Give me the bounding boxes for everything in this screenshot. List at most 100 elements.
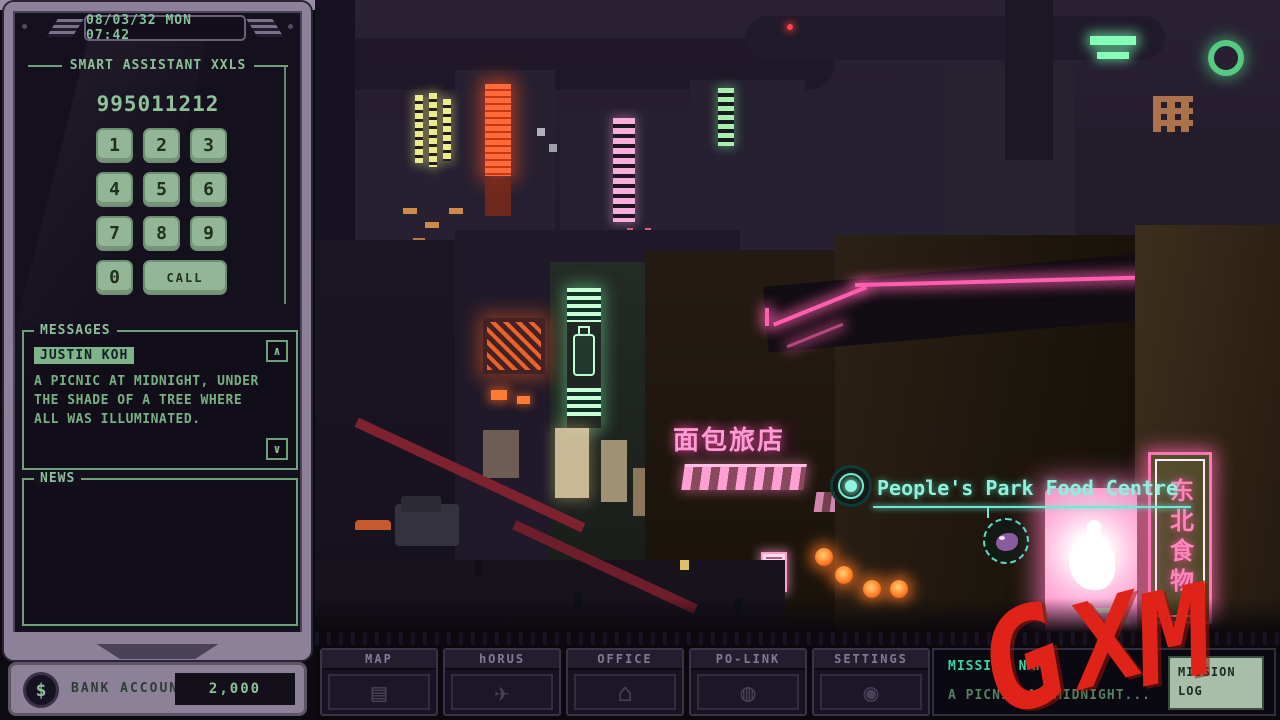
mission-panel: MISSION NAME A PICNIC AT MIDNIGHT... MIS…	[932, 648, 1276, 716]
office-icon: ⌂	[617, 677, 633, 707]
red-beacon	[787, 24, 793, 30]
neon-sign-red	[485, 84, 511, 176]
nav-button-settings[interactable]: SETTINGS ◉	[812, 648, 930, 716]
window-light	[449, 208, 463, 214]
bank-account-bar: $ BANK ACCOUNT 2,000	[8, 662, 307, 716]
lantern	[863, 580, 881, 598]
keypad-button-9[interactable]: 9	[190, 216, 227, 251]
dials-icon: ◉	[863, 677, 879, 707]
window-light	[537, 128, 545, 136]
lantern	[815, 548, 833, 566]
nav-label: OFFICE	[568, 650, 682, 670]
nav-button-horus[interactable]: hORUS ✈	[443, 648, 561, 716]
lantern	[835, 566, 853, 584]
hand-shape	[1087, 520, 1101, 550]
keypad-button-0[interactable]: 0	[96, 260, 133, 295]
window-light	[403, 208, 417, 214]
call-button[interactable]: CALL	[143, 260, 227, 295]
reticle-ring	[838, 473, 864, 499]
lantern	[890, 580, 908, 598]
neon-window-strip	[415, 95, 423, 163]
messages-title: MESSAGES	[34, 323, 117, 338]
nav-label: SETTINGS	[814, 650, 928, 670]
neon-bars	[567, 288, 601, 322]
location-reticle-icon[interactable]	[830, 465, 872, 507]
window-light	[549, 144, 557, 152]
plane-ticket-icon: ✈	[494, 677, 510, 707]
header-line	[254, 64, 289, 67]
neon-bars	[567, 388, 601, 416]
shop-window-glow	[483, 430, 519, 478]
city-scene: 面包旅店 东北食物 People's Park Food Centre	[315, 0, 1280, 648]
nav-label: MAP	[322, 650, 436, 670]
location-tick	[987, 508, 989, 518]
news-panel: NEWS	[22, 471, 298, 626]
message-body: A PICNIC AT MIDNIGHT, UNDER THE SHADE OF…	[34, 374, 259, 427]
header-line	[28, 64, 62, 67]
bank-account-value: 2,000	[175, 673, 295, 705]
neon-bar-green	[1090, 36, 1136, 45]
window-light	[425, 222, 439, 228]
shop-window-glow	[601, 440, 627, 502]
pedestrian-yellow	[680, 560, 689, 570]
messages-panel: MESSAGES JUSTIN KOH A PICNIC AT MIDNIGHT…	[22, 323, 298, 470]
globe-network-icon: ◍	[740, 677, 756, 707]
orange-neon-sign	[483, 318, 545, 374]
keypad-button-3[interactable]: 3	[190, 128, 227, 163]
datetime-display: 08/03/32 MON 07:42	[84, 13, 246, 43]
orange-lamp	[517, 396, 530, 404]
neon-roofline	[765, 308, 769, 326]
neon-strokes	[487, 322, 541, 370]
assistant-header: SMART ASSISTANT XXLS	[28, 58, 289, 73]
hostel-neon-sign: 面包旅店	[673, 420, 797, 456]
keypad-button-8[interactable]: 8	[143, 216, 180, 251]
keypad-button-7[interactable]: 7	[96, 216, 133, 251]
bank-account-label: BANK ACCOUNT	[71, 681, 189, 696]
map-icon: ▤	[371, 677, 387, 707]
nav-button-map[interactable]: MAP ▤	[320, 648, 438, 716]
awning-striped	[681, 464, 807, 490]
keypad-button-2[interactable]: 2	[143, 128, 180, 163]
scroll-up-button[interactable]: ∧	[266, 340, 288, 362]
umbrella	[355, 520, 391, 530]
game-screen: 面包旅店 东北食物 People's Park Food Centre 08/0…	[0, 0, 1280, 720]
dollar-icon: $	[23, 672, 59, 708]
bird-glint	[999, 536, 1005, 540]
scroll-down-button[interactable]: ∨	[266, 438, 288, 460]
dialed-number-display: 995011212	[96, 92, 220, 116]
bottle-icon	[578, 326, 590, 334]
smokestack-silhouette	[1005, 0, 1053, 160]
pedestrian-yellow	[680, 570, 689, 579]
neon-window-strip	[613, 118, 635, 222]
reticle-dot	[845, 480, 857, 492]
location-label[interactable]: People's Park Food Centre	[877, 476, 1178, 500]
neon-ring-green	[1208, 40, 1244, 76]
message-sender[interactable]: JUSTIN KOH	[34, 347, 135, 364]
pharmacy-neon-sign	[567, 288, 601, 428]
bottle-icon	[573, 334, 595, 376]
nav-button-office[interactable]: OFFICE ⌂	[566, 648, 684, 716]
neon-bar-green	[1097, 52, 1129, 59]
assistant-title: SMART ASSISTANT XXLS	[69, 58, 247, 73]
pedestrian	[475, 560, 482, 576]
chevron-down-icon: ∨	[273, 442, 281, 456]
nav-label: PO-LINK	[691, 650, 805, 670]
location-underline	[873, 506, 1191, 508]
screw	[288, 24, 293, 29]
nav-label: hORUS	[445, 650, 559, 670]
neon-window-strip	[429, 93, 437, 167]
poi-circle-icon[interactable]	[983, 518, 1029, 564]
keypad-button-5[interactable]: 5	[143, 172, 180, 207]
shop-window-glow	[555, 428, 589, 498]
screw	[22, 24, 27, 29]
keypad-button-4[interactable]: 4	[96, 172, 133, 207]
orange-lamp	[491, 390, 507, 400]
news-title: NEWS	[34, 471, 82, 486]
neon-window-strip	[718, 88, 734, 146]
mission-name-label: MISSION NAME	[948, 659, 1054, 674]
mission-log-button[interactable]: MISSION LOG	[1168, 656, 1264, 710]
window-grid	[1153, 96, 1193, 132]
keypad-button-6[interactable]: 6	[190, 172, 227, 207]
keypad-button-1[interactable]: 1	[96, 128, 133, 163]
nav-button-po-link[interactable]: PO-LINK ◍	[689, 648, 807, 716]
